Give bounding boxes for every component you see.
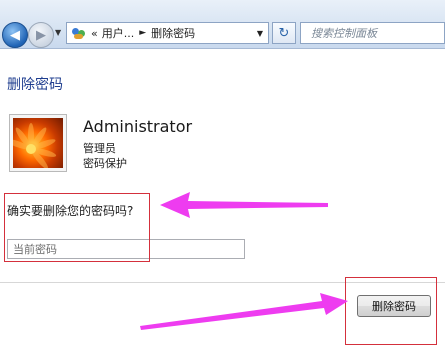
breadcrumb-delete-password[interactable]: 删除密码 (151, 25, 195, 41)
flower-picture-icon (6, 123, 57, 170)
user-role: 管理员 (83, 142, 116, 155)
refresh-button[interactable]: ↻ (272, 22, 296, 44)
breadcrumb-separator-icon[interactable]: ► (139, 28, 146, 38)
annotation-arrow-right-icon (140, 293, 348, 330)
navigation-toolbar: ◀ ▶ ▼ « 用户... ► 删除密码 ▼ ↻ 搜索控制面板 (0, 0, 445, 49)
user-name: Administrator (83, 117, 193, 136)
history-dropdown-icon[interactable]: ▼ (55, 28, 61, 37)
breadcrumb-lead[interactable]: « (91, 27, 98, 40)
back-arrow-icon: ◀ (10, 27, 20, 43)
page-title: 删除密码 (7, 77, 63, 93)
question-highlight-box (4, 193, 150, 262)
annotation-arrow-left-icon (160, 192, 328, 218)
refresh-icon: ↻ (278, 25, 290, 41)
button-highlight-box (345, 277, 437, 345)
main-content: 删除密码 Administrator 管理员 密码保护 确实要删除您的密码吗? … (0, 49, 445, 358)
search-box[interactable]: 搜索控制面板 (300, 22, 445, 44)
back-button[interactable]: ◀ (2, 22, 28, 48)
forward-arrow-icon: ▶ (36, 27, 46, 43)
breadcrumb-users[interactable]: 用户... (102, 25, 135, 41)
password-protected-label: 密码保护 (83, 157, 127, 170)
address-dropdown-icon[interactable]: ▼ (257, 29, 263, 38)
users-icon (71, 26, 87, 40)
user-avatar (6, 114, 67, 172)
forward-button[interactable]: ▶ (28, 22, 54, 48)
search-placeholder: 搜索控制面板 (311, 27, 377, 40)
address-bar[interactable]: « 用户... ► 删除密码 ▼ (66, 22, 269, 44)
